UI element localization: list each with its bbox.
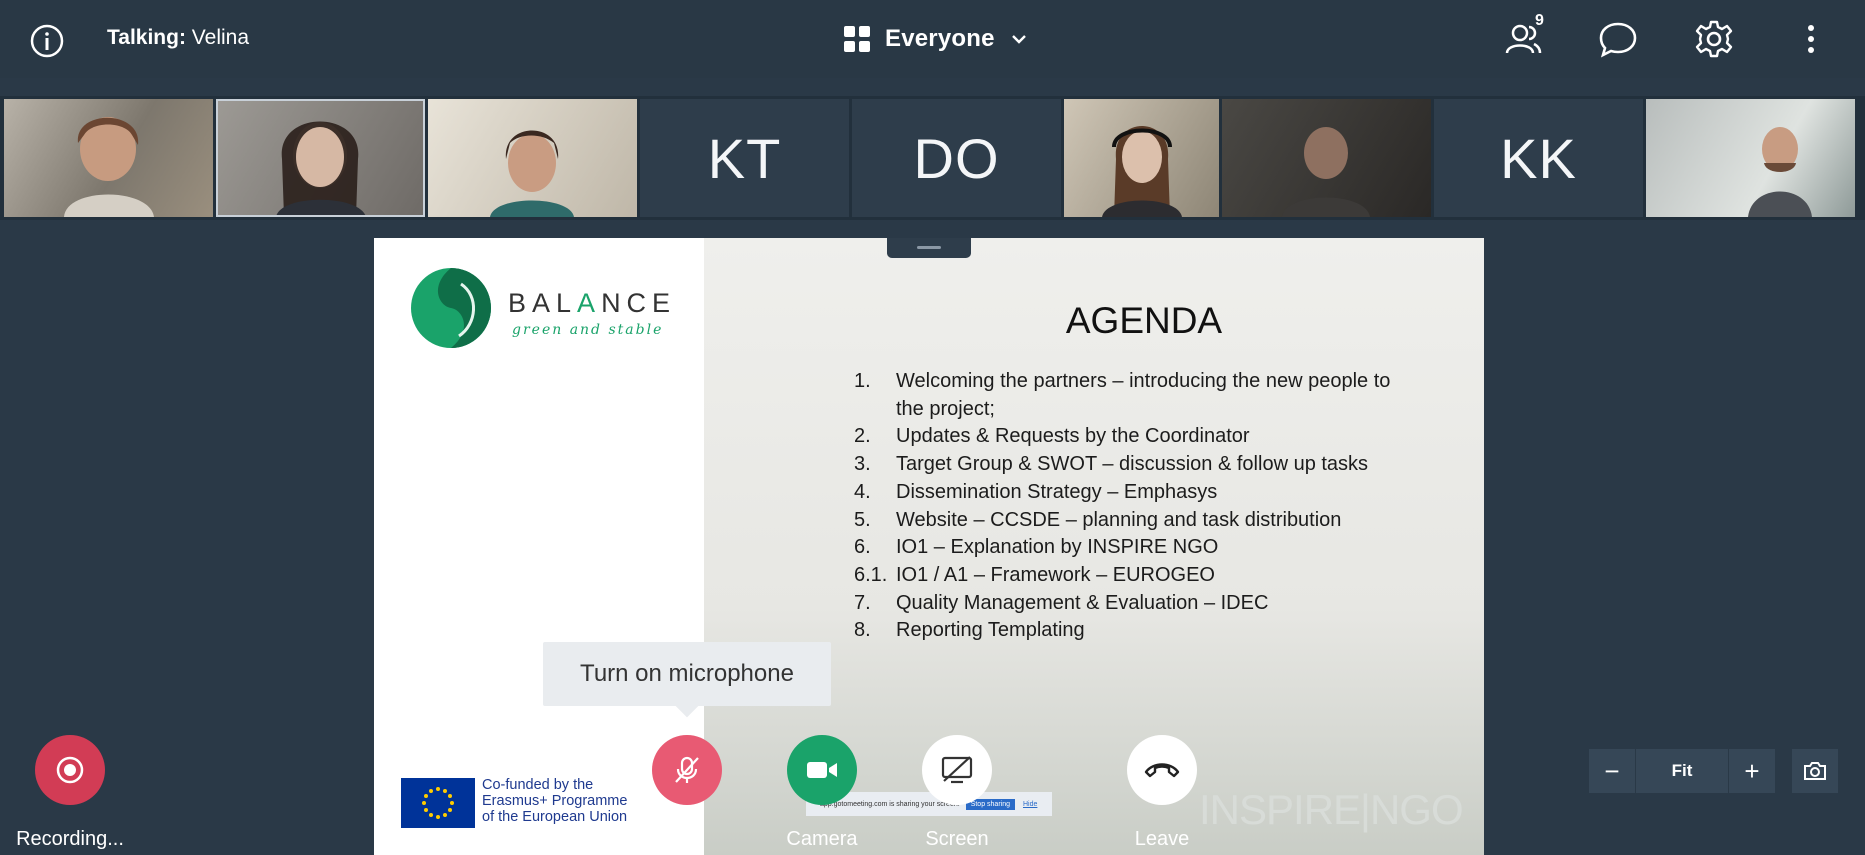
agenda-item: 3. Target Group & SWOT – discussion & fol…	[854, 453, 1369, 476]
grid-icon	[844, 26, 870, 52]
screen-share-off-icon	[941, 756, 973, 784]
zoom-controls: − Fit +	[1589, 749, 1775, 793]
screenshot-button[interactable]	[1792, 749, 1838, 793]
participant-tile[interactable]	[4, 99, 213, 217]
participant-tile[interactable]: KT	[640, 99, 849, 217]
participant-video	[1282, 127, 1370, 217]
agenda-item: 6.1. IO1 / A1 – Framework – EUROGEO	[854, 563, 1215, 586]
agenda-list: 1. Welcoming the partners – introducing t…	[854, 368, 1394, 645]
screenshot-camera-icon	[1804, 762, 1826, 780]
hide-notice-link[interactable]: Hide	[1023, 801, 1037, 808]
eu-funding-text: Co-funded by the Erasmus+ Programme of t…	[482, 777, 628, 825]
screen-share-button[interactable]	[922, 735, 992, 805]
screen-label: Screen	[925, 828, 989, 850]
zoom-in-button[interactable]: +	[1729, 749, 1775, 793]
recording-label: Recording...	[16, 828, 124, 850]
camera-icon	[807, 762, 837, 778]
record-icon	[56, 756, 84, 784]
camera-button[interactable]	[787, 735, 857, 805]
participant-tile[interactable]: DO	[852, 99, 1061, 217]
recording-button[interactable]	[35, 735, 105, 805]
slide-title: AGENDA	[1065, 300, 1223, 341]
zoom-fit-button[interactable]: Fit	[1635, 749, 1729, 793]
screen-drag-handle[interactable]	[887, 238, 971, 258]
plus-icon: +	[1744, 755, 1760, 786]
talking-name: Velina	[191, 26, 250, 49]
participant-strip: KT DO KK	[0, 96, 1865, 220]
talking-indicator: Talking: Velina	[107, 26, 249, 50]
agenda-item: 6. IO1 – Explanation by INSPIRE NGO	[854, 536, 1219, 559]
camera-label: Camera	[786, 828, 858, 850]
more-options-icon[interactable]	[1790, 18, 1832, 60]
participant-video	[64, 117, 154, 217]
chat-icon[interactable]	[1597, 18, 1639, 60]
participant-initials: DO	[913, 126, 1000, 190]
agenda-item: 8. Reporting Templating	[854, 619, 1085, 642]
agenda-item: 2. Updates & Requests by the Coordinator	[854, 425, 1250, 448]
participant-video	[276, 121, 366, 217]
minus-icon: −	[1604, 755, 1620, 786]
zoom-out-button[interactable]: −	[1589, 749, 1635, 793]
view-selector-label: Everyone	[885, 25, 995, 52]
agenda-item: 5. Website – CCSDE – planning and task di…	[854, 508, 1342, 531]
balance-logo-text: BALANCE	[508, 288, 677, 318]
info-icon[interactable]	[28, 22, 66, 60]
participant-video	[1102, 126, 1182, 217]
balance-logo-subtitle: green and stable	[512, 322, 664, 338]
participant-tile[interactable]	[216, 99, 425, 217]
participant-video	[490, 130, 574, 217]
mic-tooltip: Turn on microphone	[543, 642, 831, 706]
chevron-down-icon	[1011, 35, 1026, 44]
mic-label: Mic	[671, 828, 703, 850]
participant-tile[interactable]: KK	[1434, 99, 1643, 217]
hang-up-icon	[1144, 763, 1180, 778]
mic-button[interactable]	[652, 735, 722, 805]
participant-tile[interactable]	[1222, 99, 1431, 217]
participant-video	[1748, 127, 1812, 217]
mic-off-icon	[675, 756, 699, 783]
agenda-item: 1. Welcoming the partners – introducing t…	[854, 370, 1391, 420]
inspire-ngo-logo: INSPIRE|NGO	[1199, 786, 1464, 833]
agenda-item: 4. Dissemination Strategy – Emphasys	[854, 480, 1218, 503]
view-selector[interactable]: Everyone	[843, 20, 1029, 58]
leave-label: Leave	[1134, 828, 1190, 850]
agenda-item: 7. Quality Management & Evaluation – IDEC	[854, 591, 1269, 614]
top-bar: Talking: Velina Everyone 9	[0, 0, 1865, 78]
leave-button[interactable]	[1127, 735, 1197, 805]
participant-initials: KT	[707, 126, 782, 190]
eu-flag-icon	[401, 778, 475, 828]
gear-icon[interactable]	[1693, 18, 1735, 60]
participant-initials: KK	[1500, 126, 1577, 190]
participant-tile[interactable]	[1064, 99, 1219, 217]
participant-tile[interactable]	[1646, 99, 1855, 217]
sharing-notice-text: app.gotomeeting.com is sharing your scre…	[820, 800, 960, 808]
talking-label: Talking:	[107, 26, 186, 49]
balance-logo-icon	[411, 268, 491, 348]
participant-count-badge: 9	[1535, 12, 1544, 29]
participant-tile[interactable]	[428, 99, 637, 217]
